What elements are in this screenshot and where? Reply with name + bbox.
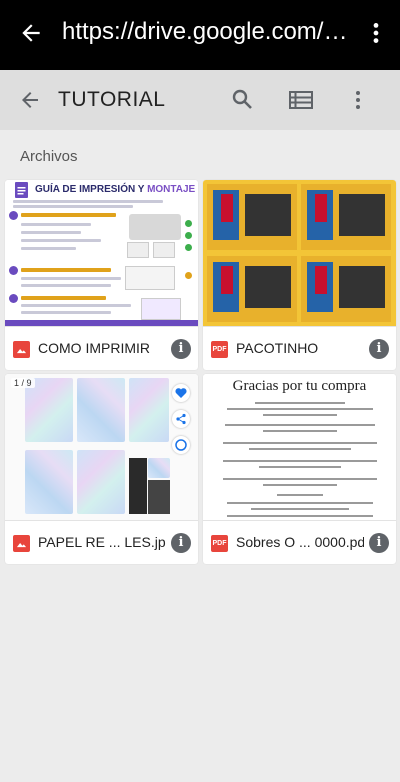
file-thumbnail[interactable]: GUÍA DE IMPRESIÓN Y MONTAJE bbox=[5, 180, 198, 326]
file-thumbnail[interactable]: 1 / 9 bbox=[5, 374, 198, 520]
info-icon[interactable]: i bbox=[369, 339, 389, 359]
file-card-sobres[interactable]: Gracias por tu compra PDF Sobres O ... 0… bbox=[203, 374, 396, 564]
printer-illustration bbox=[129, 214, 181, 240]
file-card-como-imprimir[interactable]: GUÍA DE IMPRESIÓN Y MONTAJE COMO IMPRIMI… bbox=[5, 180, 198, 370]
preview-counter: 1 / 9 bbox=[11, 378, 35, 388]
pdf-file-icon: PDF bbox=[211, 341, 228, 358]
info-icon[interactable]: i bbox=[171, 339, 191, 359]
pdf-file-icon: PDF bbox=[211, 535, 228, 552]
file-footer[interactable]: PDF PACOTINHO i bbox=[203, 326, 396, 370]
image-file-icon bbox=[13, 341, 30, 358]
file-footer[interactable]: COMO IMPRIMIR i bbox=[5, 326, 198, 370]
file-footer[interactable]: PDF Sobres O ... 0000.pdf i bbox=[203, 520, 396, 564]
search-icon[interactable] bbox=[230, 87, 254, 111]
share-icon[interactable] bbox=[172, 410, 190, 428]
file-thumbnail[interactable] bbox=[203, 180, 396, 326]
file-name: COMO IMPRIMIR bbox=[38, 340, 150, 356]
info-icon[interactable]: i bbox=[369, 533, 389, 553]
more-vert-icon[interactable] bbox=[350, 88, 366, 112]
section-label: Archivos bbox=[20, 148, 78, 165]
file-card-pacotinho[interactable]: PDF PACOTINHO i bbox=[203, 180, 396, 370]
file-name: Sobres O ... 0000.pdf bbox=[236, 534, 364, 550]
info-icon[interactable]: i bbox=[171, 533, 191, 553]
more-vert-icon[interactable] bbox=[366, 20, 386, 46]
image-file-icon bbox=[13, 535, 30, 552]
file-thumbnail[interactable]: Gracias por tu compra bbox=[203, 374, 396, 520]
browser-url-bar: https://drive.google.com/d... bbox=[0, 0, 400, 70]
arrow-back-icon[interactable] bbox=[18, 88, 42, 112]
arrow-back-icon[interactable] bbox=[18, 20, 44, 46]
drive-app-bar: TUTORIAL bbox=[0, 70, 400, 130]
whatsapp-icon[interactable] bbox=[172, 436, 190, 454]
tutorial-doc-title: GUÍA DE IMPRESIÓN Y MONTAJE bbox=[35, 184, 196, 195]
heart-icon[interactable] bbox=[172, 384, 190, 402]
document-icon bbox=[15, 182, 28, 198]
file-name: PAPEL RE ... LES.jpeg bbox=[38, 534, 166, 550]
document-heading: Gracias por tu compra bbox=[232, 378, 367, 394]
file-name: PACOTINHO bbox=[236, 340, 319, 356]
file-footer[interactable]: PAPEL RE ... LES.jpeg i bbox=[5, 520, 198, 564]
folder-title: TUTORIAL bbox=[58, 88, 166, 111]
list-view-icon[interactable] bbox=[288, 88, 314, 112]
file-card-papel[interactable]: 1 / 9 PAPEL RE ... LES.jpeg i bbox=[5, 374, 198, 564]
url-text[interactable]: https://drive.google.com/d... bbox=[62, 18, 352, 46]
